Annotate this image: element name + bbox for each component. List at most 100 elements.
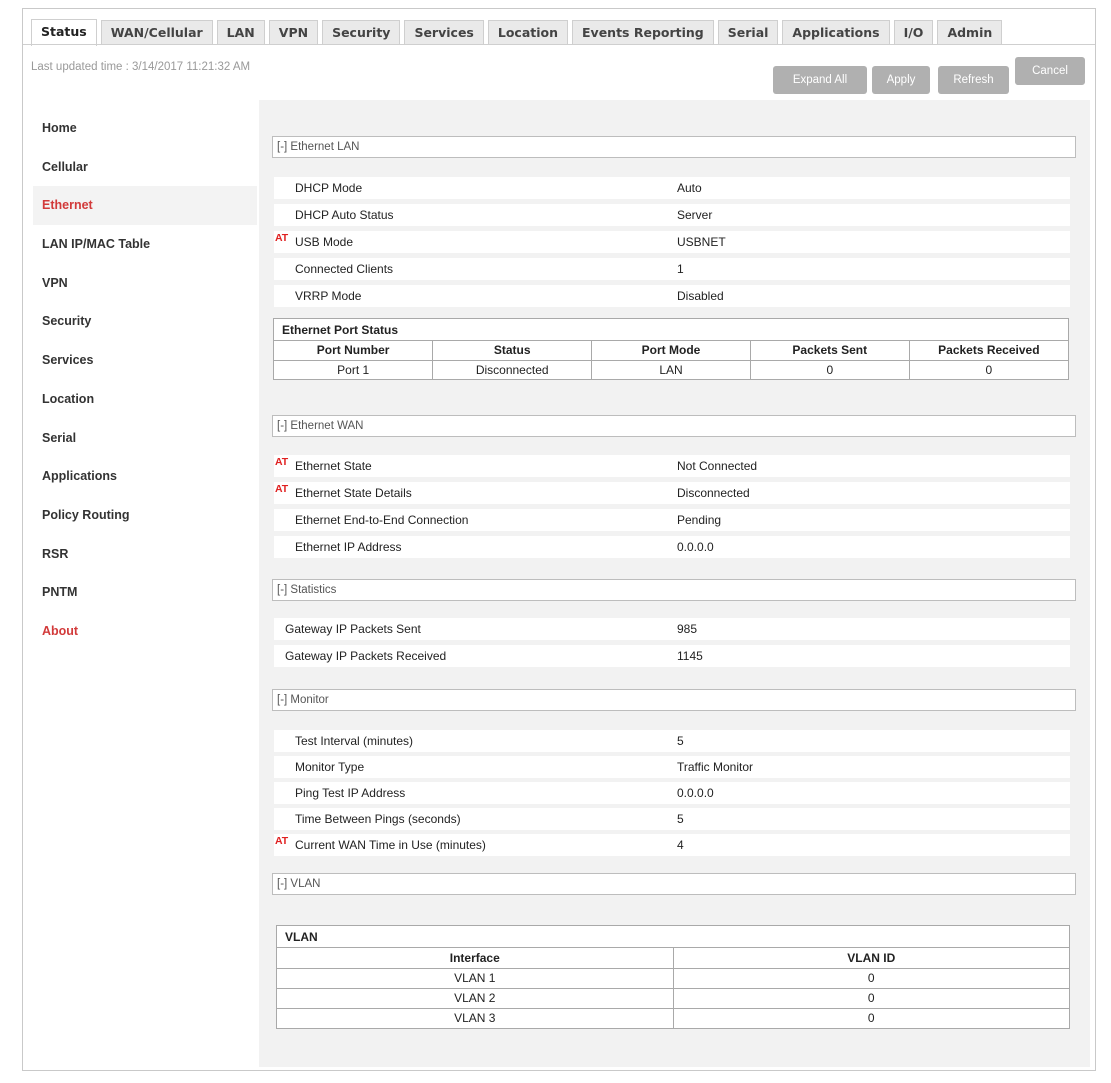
kv-value: Auto <box>677 181 702 195</box>
tab-vpn[interactable]: VPN <box>268 20 319 45</box>
column-header: Port Mode <box>591 341 751 361</box>
kv-label: Ping Test IP Address <box>295 786 406 800</box>
kv-value: 1145 <box>677 649 703 663</box>
sidebar-item-services[interactable]: Services <box>33 341 257 380</box>
kv-value: 0.0.0.0 <box>677 786 714 800</box>
table-cell: VLAN 2 <box>277 987 674 1009</box>
table-row: Port 1 Disconnected LAN 0 0 <box>274 359 1068 379</box>
section-header-statistics[interactable]: [-] Statistics <box>272 579 1076 601</box>
content-panel: [-] Ethernet LAN DHCP Mode Auto DHCP Aut… <box>259 100 1090 1067</box>
table-header-row: Port Number Status Port Mode Packets Sen… <box>274 341 1068 361</box>
table-cell: VLAN 1 <box>277 967 674 989</box>
table-cell: LAN <box>591 359 751 379</box>
column-header: Packets Sent <box>749 341 910 361</box>
kv-value: 5 <box>677 734 684 748</box>
table-header-row: Interface VLAN ID <box>277 948 1069 969</box>
column-header: Packets Received <box>908 341 1068 361</box>
table-cell: 0 <box>672 967 1069 989</box>
kv-label: Current WAN Time in Use (minutes) <box>295 838 486 852</box>
kv-label: Time Between Pings (seconds) <box>295 812 461 826</box>
kv-label: Ethernet End-to-End Connection <box>295 513 469 527</box>
kv-label: Ethernet State <box>295 459 372 473</box>
kv-row: Test Interval (minutes) 5 <box>274 730 1070 752</box>
sidebar-item-about[interactable]: About <box>33 612 257 651</box>
column-header: Port Number <box>274 341 434 361</box>
kv-row: Gateway IP Packets Received 1145 <box>274 645 1070 667</box>
kv-row: AT Ethernet State Details Disconnected <box>274 482 1070 504</box>
apply-button[interactable]: Apply <box>872 66 930 94</box>
kv-value: 985 <box>677 622 698 636</box>
table-cell: VLAN 3 <box>277 1007 674 1028</box>
section-header-ethernet-lan[interactable]: [-] Ethernet LAN <box>272 136 1076 158</box>
sidebar-item-cellular[interactable]: Cellular <box>33 148 257 187</box>
sidebar-item-security[interactable]: Security <box>33 302 257 341</box>
kv-row: AT Current WAN Time in Use (minutes) 4 <box>274 834 1070 856</box>
kv-row: Ethernet End-to-End Connection Pending <box>274 509 1070 531</box>
kv-value: Not Connected <box>677 459 758 473</box>
kv-value: Disabled <box>677 289 724 303</box>
kv-value: 0.0.0.0 <box>677 540 714 554</box>
tab-serial[interactable]: Serial <box>717 20 779 45</box>
kv-row: Connected Clients 1 <box>274 258 1070 280</box>
sidebar-item-applications[interactable]: Applications <box>33 457 257 496</box>
column-header: VLAN ID <box>672 948 1069 969</box>
kv-row: VRRP Mode Disabled <box>274 285 1070 307</box>
column-header: Status <box>432 341 593 361</box>
kv-row: AT USB Mode USBNET <box>274 231 1070 253</box>
tab-wan-cellular[interactable]: WAN/Cellular <box>100 20 213 45</box>
section-header-vlan[interactable]: [-] VLAN <box>272 873 1076 895</box>
expand-all-button[interactable]: Expand All <box>773 66 867 94</box>
sidebar-item-home[interactable]: Home <box>33 109 257 148</box>
tab-admin[interactable]: Admin <box>937 20 1003 45</box>
tab-services[interactable]: Services <box>404 20 484 45</box>
tab-io[interactable]: I/O <box>893 20 934 45</box>
tab-security[interactable]: Security <box>322 20 401 45</box>
sidebar-item-serial[interactable]: Serial <box>33 419 257 458</box>
table-cell: 0 <box>672 1007 1069 1028</box>
kv-label: Test Interval (minutes) <box>295 734 414 748</box>
kv-row: DHCP Auto Status Server <box>274 204 1070 226</box>
last-updated-text: Last updated time : 3/14/2017 11:21:32 A… <box>31 61 251 73</box>
section-header-ethernet-wan[interactable]: [-] Ethernet WAN <box>272 415 1076 437</box>
sidebar-item-policy-routing[interactable]: Policy Routing <box>33 496 257 535</box>
kv-label: VRRP Mode <box>295 289 362 303</box>
vlan-table: VLAN Interface VLAN ID VLAN 1 0 VLAN 2 0… <box>276 925 1070 1029</box>
kv-row: Ping Test IP Address 0.0.0.0 <box>274 782 1070 804</box>
table-row: VLAN 1 0 <box>277 967 1069 989</box>
tab-divider <box>23 44 1095 45</box>
table-caption: Ethernet Port Status <box>274 319 1068 341</box>
sidebar-item-ethernet[interactable]: Ethernet <box>33 186 257 226</box>
tab-applications[interactable]: Applications <box>782 20 890 45</box>
sidebar-item-location[interactable]: Location <box>33 380 257 419</box>
sidebar-item-vpn[interactable]: VPN <box>33 264 257 303</box>
tab-events-reporting[interactable]: Events Reporting <box>572 20 714 45</box>
ethernet-port-status-table: Ethernet Port Status Port Number Status … <box>273 318 1069 380</box>
kv-value: Disconnected <box>677 486 750 500</box>
tab-location[interactable]: Location <box>487 20 569 45</box>
at-marker: AT <box>275 835 289 847</box>
kv-row: DHCP Mode Auto <box>274 177 1070 199</box>
table-cell: 0 <box>672 987 1069 1009</box>
cancel-button[interactable]: Cancel <box>1015 57 1085 85</box>
table-cell: 0 <box>749 359 910 379</box>
kv-label: USB Mode <box>295 235 354 249</box>
top-tab-bar: Status WAN/Cellular LAN VPN Security Ser… <box>31 19 1006 46</box>
table-row: VLAN 3 0 <box>277 1007 1069 1028</box>
kv-value: Pending <box>677 513 722 527</box>
section-header-monitor[interactable]: [-] Monitor <box>272 689 1076 711</box>
kv-row: Gateway IP Packets Sent 985 <box>274 618 1070 640</box>
sidebar-item-lan-ip-mac-table[interactable]: LAN IP/MAC Table <box>33 225 257 264</box>
tab-lan[interactable]: LAN <box>216 20 265 45</box>
kv-value: Server <box>677 208 713 222</box>
kv-value: 4 <box>677 838 684 852</box>
kv-label: Monitor Type <box>295 760 365 774</box>
kv-row: Time Between Pings (seconds) 5 <box>274 808 1070 830</box>
kv-label: Gateway IP Packets Sent <box>285 622 421 636</box>
at-marker: AT <box>275 232 289 244</box>
sidebar-item-rsr[interactable]: RSR <box>33 535 257 574</box>
kv-label: DHCP Auto Status <box>295 208 394 222</box>
sidebar-item-pntm[interactable]: PNTM <box>33 573 257 612</box>
refresh-button[interactable]: Refresh <box>938 66 1009 94</box>
kv-label: Connected Clients <box>295 262 394 276</box>
tab-status[interactable]: Status <box>31 19 97 46</box>
